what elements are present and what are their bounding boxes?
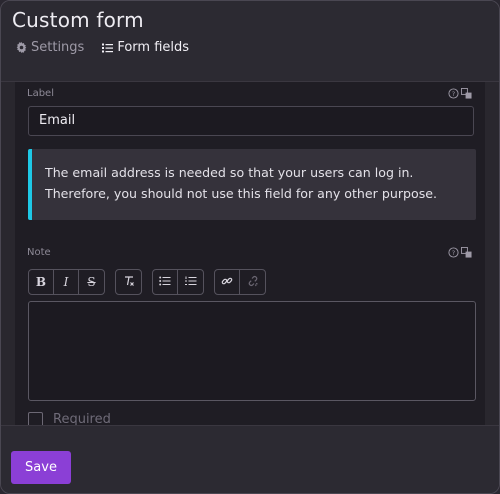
italic-button[interactable]: I xyxy=(54,270,79,294)
svg-text:?: ? xyxy=(452,90,455,98)
footer: Save xyxy=(1,425,499,493)
strikethrough-icon: S xyxy=(87,275,96,289)
svg-text:?: ? xyxy=(452,249,455,257)
translate-icon[interactable] xyxy=(461,243,472,262)
bold-button[interactable]: B xyxy=(29,270,54,294)
list-group xyxy=(152,269,204,295)
rich-text-toolbar: B I S xyxy=(28,269,266,295)
numbered-list-icon xyxy=(184,275,197,289)
help-icon[interactable]: ? xyxy=(448,84,459,103)
custom-form-window: Custom form Settings Form fields Label ? xyxy=(0,0,500,494)
italic-icon: I xyxy=(63,275,69,289)
strikethrough-button[interactable]: S xyxy=(79,270,104,294)
format-group: B I S xyxy=(28,269,105,295)
required-checkbox[interactable] xyxy=(28,412,43,425)
page-title: Custom form xyxy=(12,8,144,32)
note-editor[interactable] xyxy=(28,301,476,401)
clear-group xyxy=(115,269,142,295)
email-info-callout: The email address is needed so that your… xyxy=(28,149,476,220)
unlink-icon xyxy=(247,275,259,290)
gear-icon xyxy=(16,42,27,53)
tab-form-fields-label: Form fields xyxy=(117,40,190,55)
link-icon xyxy=(221,275,233,290)
label-field-header: Label ? xyxy=(27,84,472,103)
numbered-list-button[interactable] xyxy=(178,270,203,294)
required-label: Required xyxy=(53,412,111,425)
label-field-icons: ? xyxy=(448,84,472,103)
tab-form-fields[interactable]: Form fields xyxy=(102,40,189,55)
link-group xyxy=(214,269,266,295)
bold-icon: B xyxy=(35,275,47,289)
label-field-label: Label xyxy=(27,88,54,99)
label-input[interactable]: Email xyxy=(28,106,474,136)
form-scroll-area[interactable]: Label ? Email The email address is neede… xyxy=(15,82,485,425)
link-button[interactable] xyxy=(215,270,240,294)
bullet-list-icon xyxy=(159,275,171,289)
clear-format-icon xyxy=(123,275,135,290)
unlink-button[interactable] xyxy=(240,270,265,294)
translate-icon[interactable] xyxy=(461,84,472,103)
save-button[interactable]: Save xyxy=(11,451,71,484)
tab-bar: Settings Form fields xyxy=(16,40,189,55)
help-icon[interactable]: ? xyxy=(448,243,459,262)
note-field-header: Note ? xyxy=(27,243,472,262)
required-row[interactable]: Required xyxy=(28,412,111,425)
tab-settings[interactable]: Settings xyxy=(16,40,84,55)
header: Custom form Settings Form fields xyxy=(1,1,499,82)
tab-settings-label: Settings xyxy=(31,40,85,55)
clear-format-button[interactable] xyxy=(116,270,141,294)
list-icon xyxy=(102,43,114,53)
bullet-list-button[interactable] xyxy=(153,270,178,294)
note-field-label: Note xyxy=(27,247,51,258)
note-field-icons: ? xyxy=(448,243,472,262)
